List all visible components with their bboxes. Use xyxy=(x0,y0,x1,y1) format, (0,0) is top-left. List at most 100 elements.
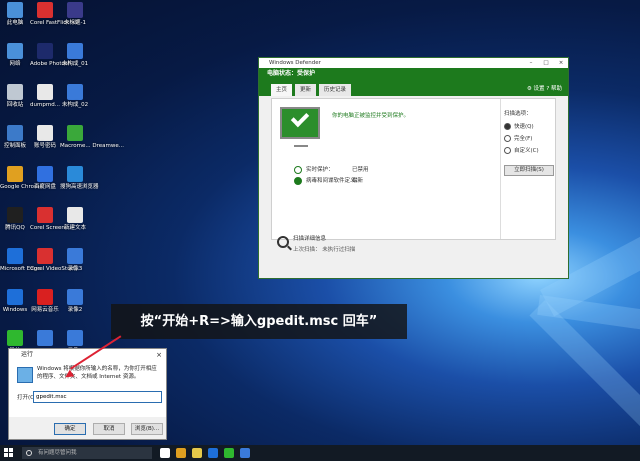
app-icon xyxy=(37,330,53,346)
desktop-icon-label: Corel VideoStud... xyxy=(30,266,80,272)
desktop-icon[interactable] xyxy=(30,330,60,348)
status-dot-icon xyxy=(294,165,302,174)
radio-icon[interactable] xyxy=(504,123,511,130)
close-icon[interactable]: × xyxy=(156,349,162,361)
scan-option-label: 完全(F) xyxy=(514,136,533,142)
desktop-icon[interactable]: 未标题-1 xyxy=(60,2,90,27)
desktop-icon-label: Windows xyxy=(2,307,28,313)
defender-header-links: ⚙ 设置 ? 帮助 xyxy=(527,84,562,92)
ok-button[interactable]: 确定 xyxy=(54,423,86,435)
task-view-icon[interactable] xyxy=(160,448,170,458)
cancel-button[interactable]: 取消 xyxy=(93,423,125,435)
run-app-icon xyxy=(17,367,33,383)
scan-option-label: 自定义(C) xyxy=(514,148,539,154)
desktop-icon[interactable]: dumpmd... xyxy=(30,84,60,109)
radio-icon[interactable] xyxy=(504,147,511,154)
windows-defender-window[interactable]: Windows Defender – □ × 电脑状态：受保护 主页 更新 历史… xyxy=(258,57,569,279)
scan-details: 扫描详细信息 上次扫描： 未执行过扫描 xyxy=(277,234,355,253)
windows-start-icon[interactable] xyxy=(4,448,14,458)
desktop-icon-label: Microsoft Edge xyxy=(0,266,41,272)
run-input[interactable]: gpedit.msc xyxy=(33,391,162,403)
app-icon xyxy=(7,289,23,305)
wechat-icon[interactable] xyxy=(224,448,234,458)
desktop-icon[interactable]: 录像2 xyxy=(60,289,90,314)
desktop-icon[interactable]: Corel VideoStud... xyxy=(30,248,80,273)
desktop-icon-label: 账号密码 xyxy=(33,143,56,149)
desktop-icon-label: 网易云音乐 xyxy=(31,307,59,313)
app-icon xyxy=(37,43,53,59)
desktop-icon[interactable]: Microsoft Edge xyxy=(0,248,41,273)
scan-option-full[interactable]: 完全(F) xyxy=(504,133,554,145)
desktop-icon[interactable]: Corel FastFlick X9 xyxy=(30,2,79,27)
taskbar-search-input[interactable]: 有问题尽管问我 xyxy=(22,447,152,459)
row-value: 最新 xyxy=(352,178,364,184)
desktop-icon-label: 百度网盘 xyxy=(33,184,56,190)
desktop-icon[interactable]: 此电脑 xyxy=(0,2,30,27)
desktop-icon-label: 录像2 xyxy=(67,307,83,313)
app-icon xyxy=(37,166,53,182)
check-icon xyxy=(290,108,310,128)
desktop-icon[interactable]: 腾讯QQ xyxy=(0,207,30,232)
desktop-icon[interactable]: Google Chrome xyxy=(0,166,43,191)
app-icon xyxy=(37,84,53,100)
tab-home[interactable]: 主页 xyxy=(271,84,293,96)
scan-option-quick[interactable]: 快速(Q) xyxy=(504,121,554,133)
scan-now-button[interactable]: 立即扫描(S) xyxy=(504,165,554,176)
app-icon xyxy=(7,207,23,223)
app-icon xyxy=(67,84,83,100)
desktop-icon[interactable]: 控制面板 xyxy=(0,125,30,150)
help-link[interactable]: 帮助 xyxy=(551,86,562,92)
defender-titlebar[interactable]: Windows Defender – □ × xyxy=(259,58,568,68)
defender-content: 你的电脑正被监控并受到保护。 实时保护： 已禁用 病毒和间谍软件定义： 最新 扫… xyxy=(271,98,556,240)
desktop-icon[interactable]: 未构成_02 xyxy=(60,84,90,109)
app-icon xyxy=(7,125,23,141)
desktop-icon[interactable]: Corel Screen... xyxy=(30,207,71,232)
gear-icon[interactable]: ⚙ xyxy=(527,86,532,92)
taskbar: 有问题尽管问我 xyxy=(0,445,640,461)
desktop-icon-label: 网络 xyxy=(9,61,21,67)
help-icon[interactable]: ? xyxy=(546,86,549,92)
desktop-icon[interactable]: Adobe Photosh... xyxy=(30,43,77,68)
desktop-icon-label: dumpmd... xyxy=(30,102,60,108)
desktop-icon[interactable]: 网络 xyxy=(0,43,30,68)
desktop-icon[interactable]: 账号密码 xyxy=(30,125,60,150)
tab-history[interactable]: 历史记录 xyxy=(319,84,352,96)
desktop-icon-label: Adobe Photosh... xyxy=(30,61,77,67)
scan-details-title: 扫描详细信息 xyxy=(293,236,327,242)
edge-icon[interactable] xyxy=(208,448,218,458)
app-icon[interactable] xyxy=(240,448,250,458)
desktop-icon[interactable]: 回收站 xyxy=(0,84,30,109)
desktop-icon[interactable]: 未构成_01 xyxy=(60,43,90,68)
app-icon xyxy=(37,2,53,18)
row-label: 实时保护： xyxy=(306,167,334,173)
app-icon xyxy=(67,330,83,346)
desktop-icon[interactable]: 网易云音乐 xyxy=(30,289,60,314)
browse-button[interactable]: 浏览(B)... xyxy=(131,423,163,435)
app-icon xyxy=(67,43,83,59)
desktop-icon[interactable]: Windows xyxy=(0,289,30,314)
desktop-icon[interactable]: 新建文本 xyxy=(60,207,90,232)
desktop-icon[interactable]: 百度网盘 xyxy=(30,166,60,191)
app-icon xyxy=(67,289,83,305)
desktop-icon-label: Corel Screen... xyxy=(30,225,71,231)
settings-link[interactable]: 设置 xyxy=(534,86,545,92)
tab-update[interactable]: 更新 xyxy=(295,84,317,96)
scan-options: 扫描选项： 快速(Q) 完全(F) 自定义(C) 立即扫描(S) xyxy=(504,109,554,176)
close-icon[interactable]: × xyxy=(554,58,568,68)
file-explorer-icon[interactable] xyxy=(192,448,202,458)
desktop-icon[interactable]: Macrome... Dreamwe... xyxy=(60,125,124,150)
desktop-icon[interactable]: 搜狗高速浏览器 xyxy=(60,166,99,191)
desktop-icon-label: 未构成_01 xyxy=(61,61,89,67)
maximize-icon[interactable]: □ xyxy=(539,58,553,68)
run-dialog[interactable]: 运行 × Windows 将根据你所输入的名称，为你打开相应的程序、文件夹、文档… xyxy=(8,348,167,440)
minimize-icon[interactable]: – xyxy=(524,58,538,68)
status-dot-icon xyxy=(294,176,302,185)
chrome-icon[interactable] xyxy=(176,448,186,458)
scan-option-custom[interactable]: 自定义(C) xyxy=(504,145,554,157)
app-icon xyxy=(7,84,23,100)
desktop-icon[interactable]: 录像3 xyxy=(60,248,90,273)
run-button-bar: 确定 取消 浏览(B)... xyxy=(9,417,166,439)
app-icon xyxy=(67,166,83,182)
radio-icon[interactable] xyxy=(504,135,511,142)
app-icon xyxy=(67,248,83,264)
